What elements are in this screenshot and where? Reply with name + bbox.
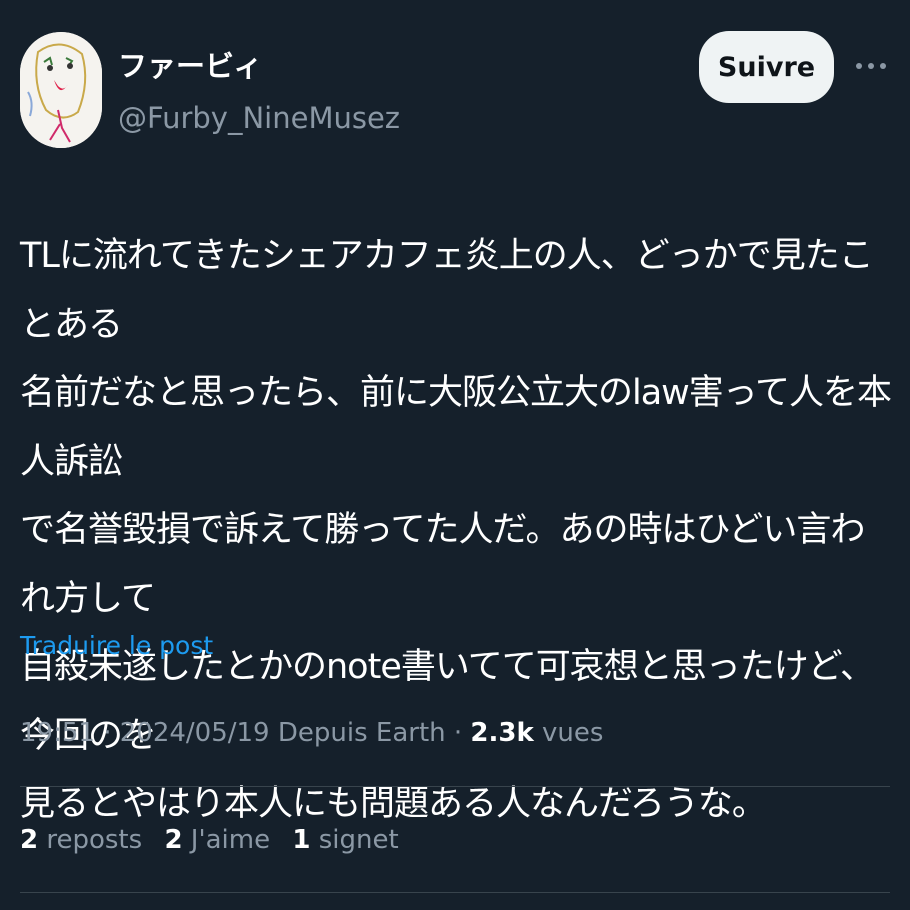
post-time[interactable]: 19:51 <box>20 718 95 748</box>
bookmarks-stat[interactable]: 1 signet <box>292 825 398 855</box>
display-name[interactable]: ファービィ <box>118 46 262 86</box>
likes-label: J'aime <box>190 825 271 855</box>
likes-stat[interactable]: 2 J'aime <box>164 825 270 855</box>
likes-count: 2 <box>164 825 183 855</box>
bookmarks-label: signet <box>318 825 399 855</box>
post-source: Depuis Earth <box>277 718 446 748</box>
post-date[interactable]: 2024/05/19 <box>120 718 270 748</box>
bookmarks-count: 1 <box>292 825 311 855</box>
divider <box>20 892 890 893</box>
user-handle[interactable]: @Furby_NineMusez <box>118 98 400 138</box>
meta-separator: · <box>103 718 112 748</box>
post-metadata: 19:51 · 2024/05/19 Depuis Earth · 2.3k v… <box>20 712 603 754</box>
avatar[interactable] <box>20 32 102 148</box>
divider <box>20 786 890 787</box>
reposts-count: 2 <box>20 825 39 855</box>
reposts-label: reposts <box>46 825 143 855</box>
reposts-stat[interactable]: 2 reposts <box>20 825 142 855</box>
more-horizontal-icon[interactable] <box>854 56 888 76</box>
views-count: 2.3k <box>470 718 534 748</box>
follow-button[interactable]: Suivre <box>699 31 834 103</box>
views-label: vues <box>542 718 604 748</box>
avatar-drawing-icon <box>20 32 102 148</box>
engagement-stats: 2 reposts 2 J'aime 1 signet <box>20 818 413 862</box>
translate-post-link[interactable]: Traduire le post <box>20 626 213 666</box>
meta-separator: · <box>453 718 463 748</box>
